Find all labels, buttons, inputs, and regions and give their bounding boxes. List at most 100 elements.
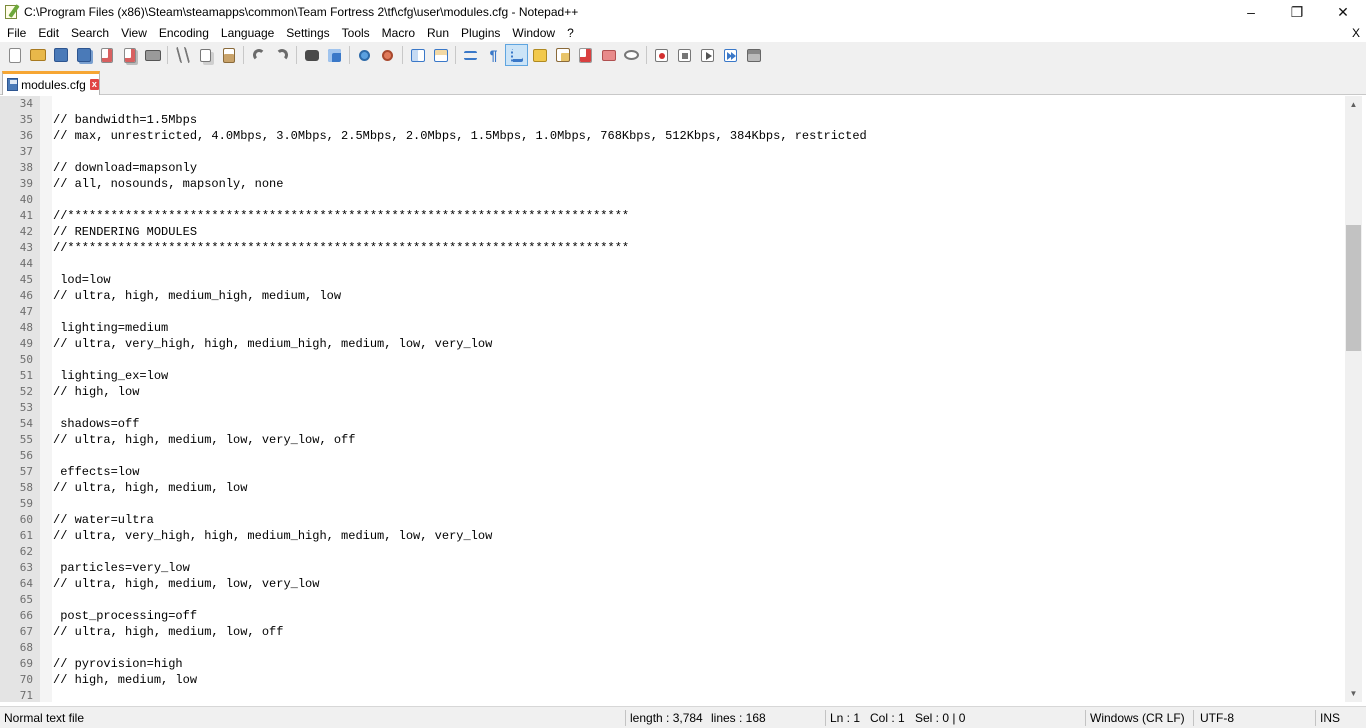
open-file-icon[interactable] xyxy=(26,44,49,66)
line-text[interactable]: lighting_ex=low xyxy=(53,368,168,384)
line-text[interactable]: particles=very_low xyxy=(53,560,190,576)
line-text[interactable]: // all, nosounds, mapsonly, none xyxy=(53,176,283,192)
line-text[interactable]: effects=low xyxy=(53,464,139,480)
code-line[interactable]: 55 // ultra, high, medium, low, very_low,… xyxy=(0,432,1345,448)
minimize-button[interactable]: – xyxy=(1228,0,1274,24)
code-line[interactable]: 57 effects=low xyxy=(0,464,1345,480)
play-macro-icon[interactable] xyxy=(696,44,719,66)
menu-search[interactable]: Search xyxy=(65,24,115,42)
line-text[interactable]: // pyrovision=high xyxy=(53,656,183,672)
code-line[interactable]: 61 // ultra, very_high, high, medium_high… xyxy=(0,528,1345,544)
code-line[interactable]: 64 // ultra, high, medium, low, very_low xyxy=(0,576,1345,592)
document-map-icon[interactable] xyxy=(551,44,574,66)
code-line[interactable]: 53 xyxy=(0,400,1345,416)
line-text[interactable]: // RENDERING MODULES xyxy=(53,224,197,240)
line-text[interactable]: // high, medium, low xyxy=(53,672,197,688)
save-macro-icon[interactable] xyxy=(742,44,765,66)
code-line[interactable]: 56 xyxy=(0,448,1345,464)
zoom-out-icon[interactable] xyxy=(376,44,399,66)
run-macro-multiple-icon[interactable] xyxy=(719,44,742,66)
menu-encoding[interactable]: Encoding xyxy=(153,24,215,42)
line-text[interactable]: lod=low xyxy=(53,272,110,288)
code-line[interactable]: 44 xyxy=(0,256,1345,272)
indent-guide-icon[interactable] xyxy=(505,44,528,66)
code-line[interactable]: 50 xyxy=(0,352,1345,368)
line-text[interactable]: //**************************************… xyxy=(53,240,629,256)
save-all-icon[interactable] xyxy=(72,44,95,66)
code-line[interactable]: 69 // pyrovision=high xyxy=(0,656,1345,672)
code-line[interactable]: 40 xyxy=(0,192,1345,208)
menu-settings[interactable]: Settings xyxy=(280,24,335,42)
code-line[interactable]: 39 // all, nosounds, mapsonly, none xyxy=(0,176,1345,192)
notepadpp-app-icon[interactable] xyxy=(4,4,20,20)
menu-tools[interactable]: Tools xyxy=(336,24,376,42)
print-icon[interactable] xyxy=(141,44,164,66)
code-line[interactable]: 70 // high, medium, low xyxy=(0,672,1345,688)
code-line[interactable]: 38 // download=mapsonly xyxy=(0,160,1345,176)
restore-button[interactable]: ❐ xyxy=(1274,0,1320,24)
scroll-down-arrow-icon[interactable]: ▼ xyxy=(1345,685,1362,702)
code-line[interactable]: 47 xyxy=(0,304,1345,320)
folder-workspace-icon[interactable] xyxy=(597,44,620,66)
line-text[interactable]: // ultra, very_high, high, medium_high, … xyxy=(53,336,492,352)
save-icon[interactable] xyxy=(49,44,72,66)
line-text[interactable]: // ultra, high, medium, low, very_low xyxy=(53,576,319,592)
close-document-button[interactable]: X xyxy=(1352,24,1360,42)
status-insert-mode[interactable]: INS xyxy=(1316,707,1340,728)
cut-icon[interactable] xyxy=(171,44,194,66)
status-eol[interactable]: Windows (CR LF) xyxy=(1086,707,1185,728)
code-line[interactable]: 65 xyxy=(0,592,1345,608)
menu-edit[interactable]: Edit xyxy=(32,24,65,42)
function-list-icon[interactable] xyxy=(574,44,597,66)
language-udl-icon[interactable] xyxy=(528,44,551,66)
status-encoding[interactable]: UTF-8 xyxy=(1196,707,1234,728)
code-line[interactable]: 71 xyxy=(0,688,1345,702)
new-file-icon[interactable] xyxy=(3,44,26,66)
code-line[interactable]: 43 //************************************… xyxy=(0,240,1345,256)
menu-window[interactable]: Window xyxy=(506,24,561,42)
code-line[interactable]: 54 shadows=off xyxy=(0,416,1345,432)
code-line[interactable]: 59 xyxy=(0,496,1345,512)
code-line[interactable]: 49 // ultra, very_high, high, medium_high… xyxy=(0,336,1345,352)
line-text[interactable]: // ultra, high, medium, low, very_low, o… xyxy=(53,432,355,448)
code-line[interactable]: 35 // bandwidth=1.5Mbps xyxy=(0,112,1345,128)
code-line[interactable]: 46 // ultra, high, medium_high, medium, l… xyxy=(0,288,1345,304)
undo-icon[interactable] xyxy=(247,44,270,66)
menu-view[interactable]: View xyxy=(115,24,153,42)
find-icon[interactable] xyxy=(300,44,323,66)
code-line[interactable]: 68 xyxy=(0,640,1345,656)
line-text[interactable]: // download=mapsonly xyxy=(53,160,197,176)
code-line[interactable]: 60 // water=ultra xyxy=(0,512,1345,528)
close-all-icon[interactable] xyxy=(118,44,141,66)
sync-horizontal-icon[interactable] xyxy=(429,44,452,66)
line-text[interactable]: shadows=off xyxy=(53,416,139,432)
menu-macro[interactable]: Macro xyxy=(376,24,421,42)
line-text[interactable]: // ultra, high, medium, low xyxy=(53,480,247,496)
line-text[interactable]: lighting=medium xyxy=(53,320,168,336)
code-line[interactable]: 45 lod=low xyxy=(0,272,1345,288)
scroll-up-arrow-icon[interactable]: ▲ xyxy=(1345,96,1362,113)
line-text[interactable]: // high, low xyxy=(53,384,139,400)
code-line[interactable]: 58 // ultra, high, medium, low xyxy=(0,480,1345,496)
code-line[interactable]: 67 // ultra, high, medium, low, off xyxy=(0,624,1345,640)
line-text[interactable]: // ultra, very_high, high, medium_high, … xyxy=(53,528,492,544)
code-line[interactable]: 34 xyxy=(0,96,1345,112)
line-text[interactable]: // ultra, high, medium_high, medium, low xyxy=(53,288,341,304)
menu-plugins[interactable]: Plugins xyxy=(455,24,506,42)
replace-icon[interactable] xyxy=(323,44,346,66)
line-text[interactable]: // bandwidth=1.5Mbps xyxy=(53,112,197,128)
code-view[interactable]: 34 35 // bandwidth=1.5Mbps 36 // max, unrest… xyxy=(0,96,1345,702)
menu-help[interactable]: ? xyxy=(561,24,580,42)
close-icon[interactable] xyxy=(95,44,118,66)
line-text[interactable]: // max, unrestricted, 4.0Mbps, 3.0Mbps, … xyxy=(53,128,867,144)
code-line[interactable]: 63 particles=very_low xyxy=(0,560,1345,576)
code-line[interactable]: 66 post_processing=off xyxy=(0,608,1345,624)
monitoring-icon[interactable] xyxy=(620,44,643,66)
tab-modules-cfg[interactable]: modules.cfg x xyxy=(2,71,100,95)
code-line[interactable]: 37 xyxy=(0,144,1345,160)
zoom-in-icon[interactable] xyxy=(353,44,376,66)
record-macro-icon[interactable] xyxy=(650,44,673,66)
code-line[interactable]: 36 // max, unrestricted, 4.0Mbps, 3.0Mbps… xyxy=(0,128,1345,144)
copy-icon[interactable] xyxy=(194,44,217,66)
menu-file[interactable]: File xyxy=(0,24,32,42)
